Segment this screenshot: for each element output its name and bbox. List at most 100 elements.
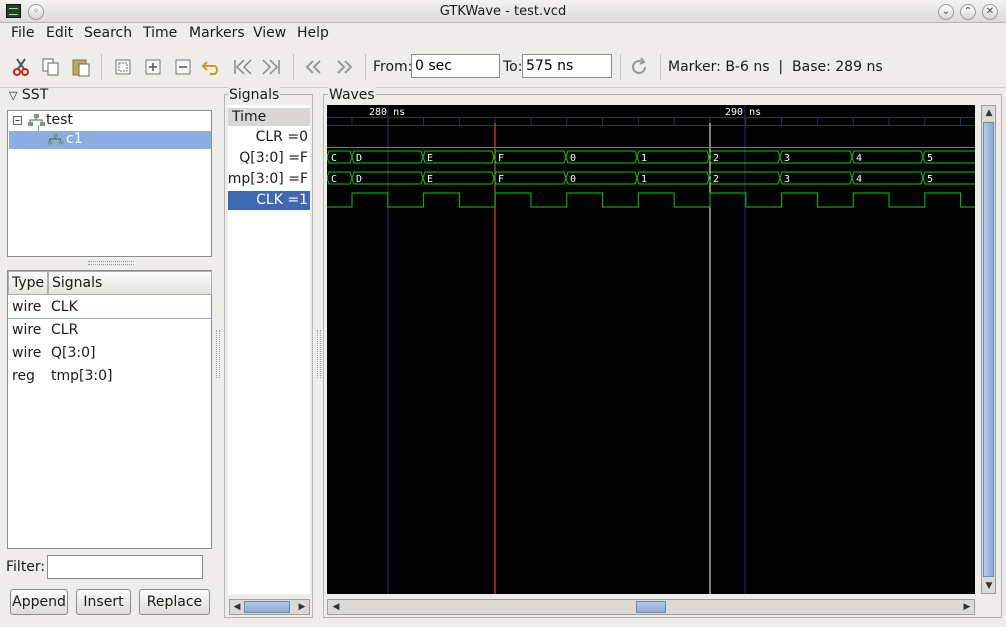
tmp-bus-value: 4: [856, 174, 862, 185]
q-bus-segment: [851, 150, 924, 164]
sst-tree: test c1: [7, 110, 212, 257]
time-row: Time: [228, 108, 310, 126]
zoom-fit-icon[interactable]: [112, 56, 134, 78]
sst-header[interactable]: ▽ SST: [9, 87, 48, 103]
q-bus-segment: [422, 150, 495, 164]
signal-row-clk[interactable]: CLK =1: [256, 192, 308, 208]
find-next-edge-icon[interactable]: [333, 56, 355, 78]
q-bus-value: 5: [927, 153, 933, 164]
menu-help[interactable]: Help: [297, 25, 329, 41]
filter-input[interactable]: [47, 555, 203, 579]
q-bus-value: 3: [784, 153, 790, 164]
toolbar: From: To: Marker: B-6 ns | Base: 289 ns: [0, 46, 1006, 88]
list-item-type[interactable]: wire: [12, 345, 41, 361]
zoom-in-icon[interactable]: [142, 56, 164, 78]
tmp-bus-value: D: [356, 174, 362, 185]
menu-search[interactable]: Search: [84, 25, 132, 41]
list-item-type[interactable]: reg: [12, 368, 35, 384]
append-button[interactable]: Append: [10, 589, 68, 615]
menu-file[interactable]: File: [11, 25, 34, 41]
scroll-right-icon[interactable]: ▶: [295, 600, 309, 614]
list-item-signal[interactable]: CLR: [51, 322, 78, 338]
pane-resize-handle[interactable]: [88, 261, 134, 265]
scroll-thumb[interactable]: [983, 122, 994, 577]
find-previous-edge-icon[interactable]: [303, 56, 325, 78]
menu-edit[interactable]: Edit: [46, 25, 73, 41]
toolbar-separator: [365, 54, 366, 80]
tmp-bus-segment: [779, 171, 853, 185]
q-bus-value: D: [356, 153, 362, 164]
zoom-to-start-icon[interactable]: [232, 56, 254, 78]
waves-vscrollbar[interactable]: ▲ ▼: [981, 105, 996, 594]
scroll-thumb[interactable]: [244, 601, 290, 613]
collapse-arrow-icon[interactable]: ▽: [9, 89, 17, 102]
tree-item-c1-selected[interactable]: [9, 131, 211, 149]
scroll-up-icon[interactable]: ▲: [982, 106, 996, 120]
insert-button[interactable]: Insert: [76, 589, 131, 615]
zoom-out-icon[interactable]: [172, 56, 194, 78]
tmp-bus-segment: [493, 171, 567, 185]
tmp-bus-value: C: [331, 174, 337, 185]
scroll-right-icon[interactable]: ▶: [960, 600, 974, 614]
menu-view[interactable]: View: [253, 25, 286, 41]
paste-icon[interactable]: [70, 56, 92, 78]
filter-label: Filter:: [6, 559, 46, 575]
tmp-bus-value: 5: [927, 174, 933, 185]
pane-resize-handle[interactable]: [216, 330, 220, 378]
toolbar-separator: [620, 54, 621, 80]
menu-markers[interactable]: Markers: [189, 25, 245, 41]
signals-title: Signals: [228, 87, 281, 103]
pane-resize-handle[interactable]: [317, 330, 321, 378]
scroll-left-icon[interactable]: ◀: [230, 600, 244, 614]
column-header-type[interactable]: Type: [8, 271, 48, 295]
tmp-bus-value: 3: [784, 174, 790, 185]
close-button[interactable]: ✕: [982, 4, 998, 20]
copy-icon[interactable]: [40, 56, 62, 78]
time-label: 280 ns: [369, 107, 405, 118]
list-item-signal[interactable]: tmp[3:0]: [51, 368, 112, 384]
from-label: From:: [373, 59, 413, 75]
q-bus-value: 2: [713, 153, 719, 164]
q-bus-segment: [493, 150, 567, 164]
q-bus-value: E: [427, 153, 433, 164]
q-bus-segment: [636, 150, 710, 164]
to-label: To:: [503, 59, 523, 75]
reload-icon[interactable]: [628, 56, 650, 78]
column-header-signals[interactable]: Signals: [48, 271, 212, 295]
tree-item-c1[interactable]: c1: [66, 131, 83, 147]
waveform-svg[interactable]: 280 ns 290 ns C D E F 0 1 2 3 4 5 C D E F 0 1 2 3 4 5: [327, 105, 975, 594]
from-input[interactable]: [411, 54, 500, 78]
replace-button[interactable]: Replace: [139, 589, 210, 615]
signal-name-list: Time CLR =0 Q[3:0] =F tmp[3:0] =F CLK =1: [228, 105, 310, 594]
q-bus-value: F: [498, 153, 504, 164]
tmp-bus-value: F: [498, 174, 504, 185]
time-header: Time: [232, 109, 267, 125]
signal-row-q[interactable]: Q[3:0] =F: [239, 150, 308, 166]
scroll-left-icon[interactable]: ◀: [329, 600, 343, 614]
tmp-bus-value: 0: [570, 174, 576, 185]
q-bus-value: 4: [856, 153, 862, 164]
toolbar-separator: [293, 54, 294, 80]
waves-hscrollbar[interactable]: ◀ ▶: [327, 599, 975, 615]
zoom-to-end-icon[interactable]: [260, 56, 282, 78]
time-label: 290 ns: [725, 107, 761, 118]
waves-title: Waves: [328, 87, 376, 103]
cut-icon[interactable]: [10, 56, 32, 78]
tmp-bus-value: 1: [641, 174, 647, 185]
menu-time[interactable]: Time: [143, 25, 177, 41]
list-item-signal[interactable]: Q[3:0]: [51, 345, 95, 361]
undo-zoom-icon[interactable]: [201, 56, 223, 78]
list-item-signal[interactable]: CLK: [51, 299, 78, 315]
to-input[interactable]: [522, 54, 612, 78]
scroll-thumb[interactable]: [636, 601, 666, 613]
maximize-button[interactable]: ⌃: [960, 4, 976, 20]
signals-hscrollbar[interactable]: ◀ ▶: [229, 599, 310, 615]
list-item-type[interactable]: wire: [12, 322, 41, 338]
scroll-down-icon[interactable]: ▼: [982, 579, 996, 593]
tree-item-test[interactable]: test: [46, 112, 73, 128]
signal-row-clr[interactable]: CLR =0: [256, 129, 308, 145]
list-item-type[interactable]: wire: [12, 299, 41, 315]
waveform-canvas[interactable]: 280 ns 290 ns C D E F 0 1 2 3 4 5 C D E F 0 1 2 3 4 5: [327, 105, 975, 594]
signal-row-tmp[interactable]: tmp[3:0] =F: [228, 171, 308, 187]
minimize-button[interactable]: ⌄: [938, 4, 954, 20]
